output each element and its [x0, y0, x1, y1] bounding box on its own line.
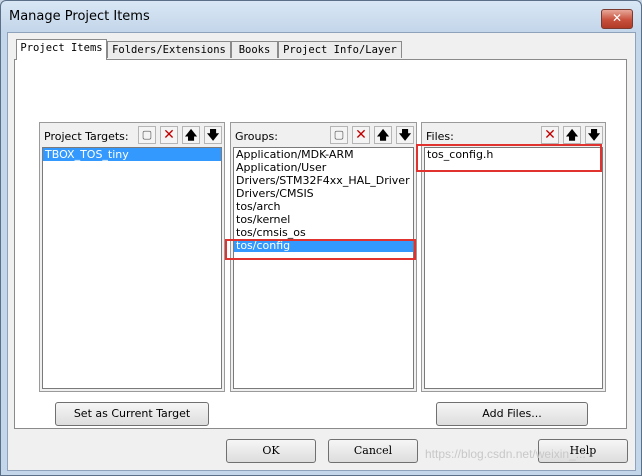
list-item[interactable]: TBOX_TOS_tiny [43, 148, 221, 161]
project-items-panel: Project Targets: ▢ ✕ 🡅 🡇 TBOX_TOS_tiny G… [14, 59, 627, 429]
tab-books[interactable]: Books [231, 41, 278, 58]
groups-group: Groups: ▢ ✕ 🡅 🡇 Application/MDK-ARM Appl… [225, 122, 417, 392]
tab-project-items[interactable]: Project Items [16, 39, 107, 60]
list-item[interactable]: Application/User [234, 161, 413, 174]
new-group-icon[interactable]: ▢ [330, 126, 348, 144]
delete-file-icon[interactable]: ✕ [541, 126, 559, 144]
project-targets-list[interactable]: TBOX_TOS_tiny [42, 147, 222, 389]
watermark-text: https://blog.csdn.net/weixin_... [425, 447, 586, 461]
project-targets-label: Project Targets: [44, 130, 129, 143]
highlight-box [225, 239, 416, 260]
move-file-up-icon[interactable]: 🡅 [563, 126, 581, 144]
files-group: Files: ✕ 🡅 🡇 tos_config.h [416, 122, 606, 392]
groups-label: Groups: [235, 130, 278, 143]
list-item[interactable]: Drivers/STM32F4xx_HAL_Driver [234, 174, 413, 187]
list-item[interactable]: tos/kernel [234, 213, 413, 226]
manage-project-items-dialog: Manage Project Items ✕ Project Items Fol… [0, 0, 642, 476]
list-item[interactable]: Application/MDK-ARM [234, 148, 413, 161]
dialog-client: Project Items Folders/Extensions Books P… [7, 32, 636, 471]
tab-project-info-layer[interactable]: Project Info/Layer [278, 41, 402, 58]
highlight-box [416, 144, 602, 172]
move-target-up-icon[interactable]: 🡅 [182, 126, 200, 144]
add-files-button[interactable]: Add Files... [436, 402, 588, 426]
move-group-down-icon[interactable]: 🡇 [396, 126, 414, 144]
cancel-button[interactable]: Cancel [328, 439, 418, 463]
files-header: Files: ✕ 🡅 🡇 [424, 125, 603, 145]
delete-target-icon[interactable]: ✕ [160, 126, 178, 144]
list-item[interactable]: tos/arch [234, 200, 413, 213]
groups-list[interactable]: Application/MDK-ARM Application/User Dri… [233, 147, 414, 389]
groups-header: Groups: ▢ ✕ 🡅 🡇 [233, 125, 414, 145]
ok-button[interactable]: OK [226, 439, 316, 463]
close-button[interactable]: ✕ [601, 9, 633, 29]
move-file-down-icon[interactable]: 🡇 [585, 126, 603, 144]
files-list[interactable]: tos_config.h [424, 147, 603, 389]
list-item[interactable]: tos/cmsis_os [234, 226, 413, 239]
new-target-icon[interactable]: ▢ [138, 126, 156, 144]
files-label: Files: [426, 130, 454, 143]
set-current-target-button[interactable]: Set as Current Target [55, 402, 209, 426]
project-targets-header: Project Targets: ▢ ✕ 🡅 🡇 [42, 125, 222, 145]
move-target-down-icon[interactable]: 🡇 [204, 126, 222, 144]
project-targets-group: Project Targets: ▢ ✕ 🡅 🡇 TBOX_TOS_tiny [39, 122, 225, 392]
move-group-up-icon[interactable]: 🡅 [374, 126, 392, 144]
tab-folders-extensions[interactable]: Folders/Extensions [107, 41, 231, 58]
window-title: Manage Project Items [9, 9, 150, 24]
delete-group-icon[interactable]: ✕ [352, 126, 370, 144]
list-item[interactable]: Drivers/CMSIS [234, 187, 413, 200]
